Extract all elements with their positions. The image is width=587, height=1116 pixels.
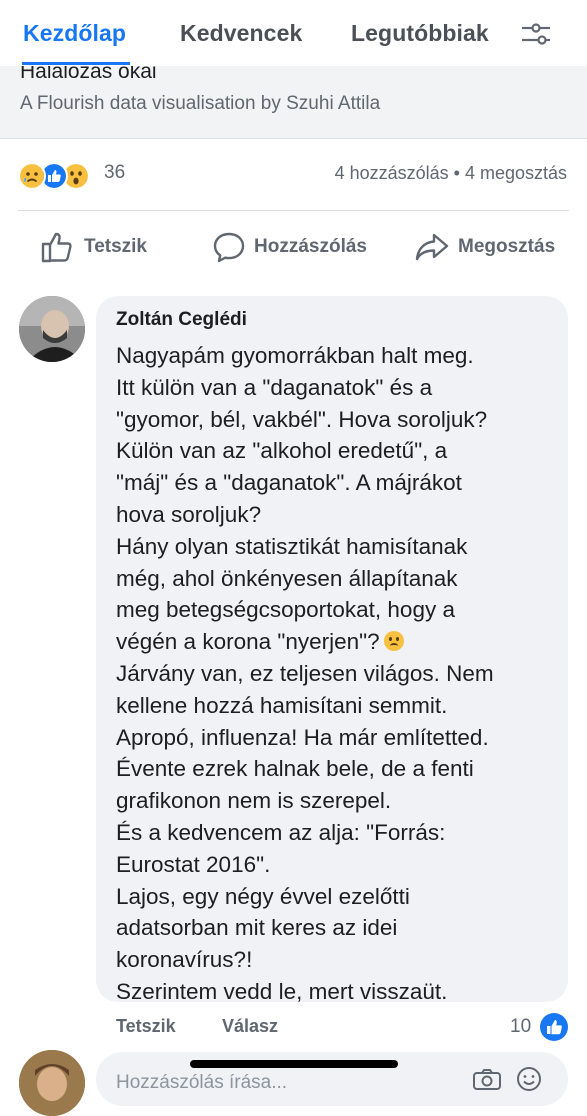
reactions-summary[interactable]: 36 4 hozzászólás • 4 megosztás (0, 150, 587, 198)
comment-line: Nagyapám gyomorrákban halt meg. (116, 343, 474, 368)
comments-shares-count[interactable]: 4 hozzászólás • 4 megosztás (335, 163, 567, 184)
comment-footer: Tetszik Válasz 10 (0, 1010, 587, 1044)
link-preview-card[interactable]: Halálozás okai A Flourish data visualisa… (0, 66, 587, 138)
comment-line-with-emoji: végén a korona "nyerjen"? (116, 626, 556, 658)
active-tab-indicator (22, 62, 130, 65)
comment-like-link[interactable]: Tetszik (116, 1016, 176, 1037)
like-button-label: Tetszik (84, 236, 148, 257)
comment-line: meg betegségcsoportokat, hogy a (116, 597, 455, 623)
divider (18, 210, 569, 211)
top-tab-bar: Kezdőlap Kedvencek Legutóbbiak (0, 0, 587, 66)
comment-line: koronavírus?! (116, 947, 253, 973)
comment-line: Külön van az "alkohol eredetű", a (116, 438, 448, 464)
comment-line-text: végén a korona "nyerjen"? (116, 629, 380, 655)
comment-line: "gyomor, bél, vakbél". Hova soroljuk? (116, 406, 488, 432)
card-bottom-border (0, 138, 587, 139)
home-indicator-bar[interactable] (190, 1060, 398, 1068)
comment-line: hova soroljuk? (116, 501, 262, 527)
like-button[interactable]: Tetszik (40, 230, 147, 264)
tab-home[interactable]: Kezdőlap (23, 20, 126, 47)
commenter-avatar[interactable] (19, 296, 85, 362)
comment-line: adatsorban mit keres az idei (116, 915, 398, 941)
post-action-bar: Tetszik Hozzászólás Megosztás (0, 222, 587, 272)
comment-reply-link[interactable]: Válasz (222, 1016, 278, 1037)
comment-button-label: Hozzászólás (254, 236, 367, 257)
filter-sliders-icon[interactable] (520, 20, 552, 48)
comment-line: Apropó, influenza! Ha már említetted. (116, 724, 489, 750)
comment-line: Eurostat 2016". (116, 851, 271, 877)
reply-input-placeholder: Hozzászólás írása... (116, 1072, 288, 1093)
comment-bubble: Zoltán Ceglédi Nagyapám gyomorrákban hal… (96, 296, 568, 1004)
comment-author-name[interactable]: Zoltán Ceglédi (116, 309, 247, 331)
link-preview-subtitle: A Flourish data visualisation by Szuhi A… (20, 93, 381, 114)
comment-line: Járvány van, ez teljesen világos. Nem (116, 660, 494, 686)
reaction-icons-group (18, 162, 102, 190)
tab-favorites[interactable]: Kedvencek (180, 20, 302, 47)
comment-line: grafikonon nem is szerepel. (116, 788, 392, 814)
comment-line: még, ahol önkényesen állapítanak (116, 565, 458, 591)
person-photo-icon (19, 296, 85, 362)
comment-line: Lajos, egy négy évvel ezelőtti (116, 883, 410, 909)
comment-line: És a kedvencem az alja: "Forrás: (116, 819, 446, 845)
comment-line: kellene hozzá hamisítani semmit. (116, 692, 448, 718)
frowning-face-emoji-icon (383, 631, 404, 652)
sad-reaction-icon (18, 162, 46, 190)
share-button-label: Megosztás (458, 236, 556, 257)
comment-line: Hány olyan statisztikát hamisítanak (116, 533, 468, 559)
comment-line: "máj" és a "daganatok". A májrákot (116, 470, 462, 496)
emoji-smile-icon[interactable] (516, 1066, 542, 1092)
link-preview-title: Halálozás okai (20, 66, 157, 83)
share-button[interactable]: Megosztás (414, 230, 555, 264)
comment-button[interactable]: Hozzászólás (212, 230, 367, 264)
reaction-count: 36 (104, 162, 126, 183)
thumbs-up-icon (547, 1020, 562, 1035)
comment-line: Évente ezrek halnak bele, de a fenti (116, 756, 474, 782)
comment-body: Nagyapám gyomorrákban halt meg. Itt külö… (116, 340, 556, 1008)
comment-like-count[interactable]: 10 (510, 1016, 531, 1038)
comment-line: Szerintem vedd le, mert visszaüt. (116, 978, 448, 1004)
current-user-avatar[interactable] (19, 1050, 85, 1116)
speech-bubble-icon (213, 232, 245, 263)
tab-recent[interactable]: Legutóbbiak (351, 20, 489, 47)
comment-line: Itt külön van a "daganatok" és a (116, 374, 433, 400)
share-arrow-icon (415, 233, 449, 261)
person-photo-icon (19, 1050, 85, 1116)
camera-icon[interactable] (472, 1068, 502, 1090)
thumbs-up-icon (41, 232, 72, 263)
like-badge-icon[interactable] (540, 1013, 568, 1041)
